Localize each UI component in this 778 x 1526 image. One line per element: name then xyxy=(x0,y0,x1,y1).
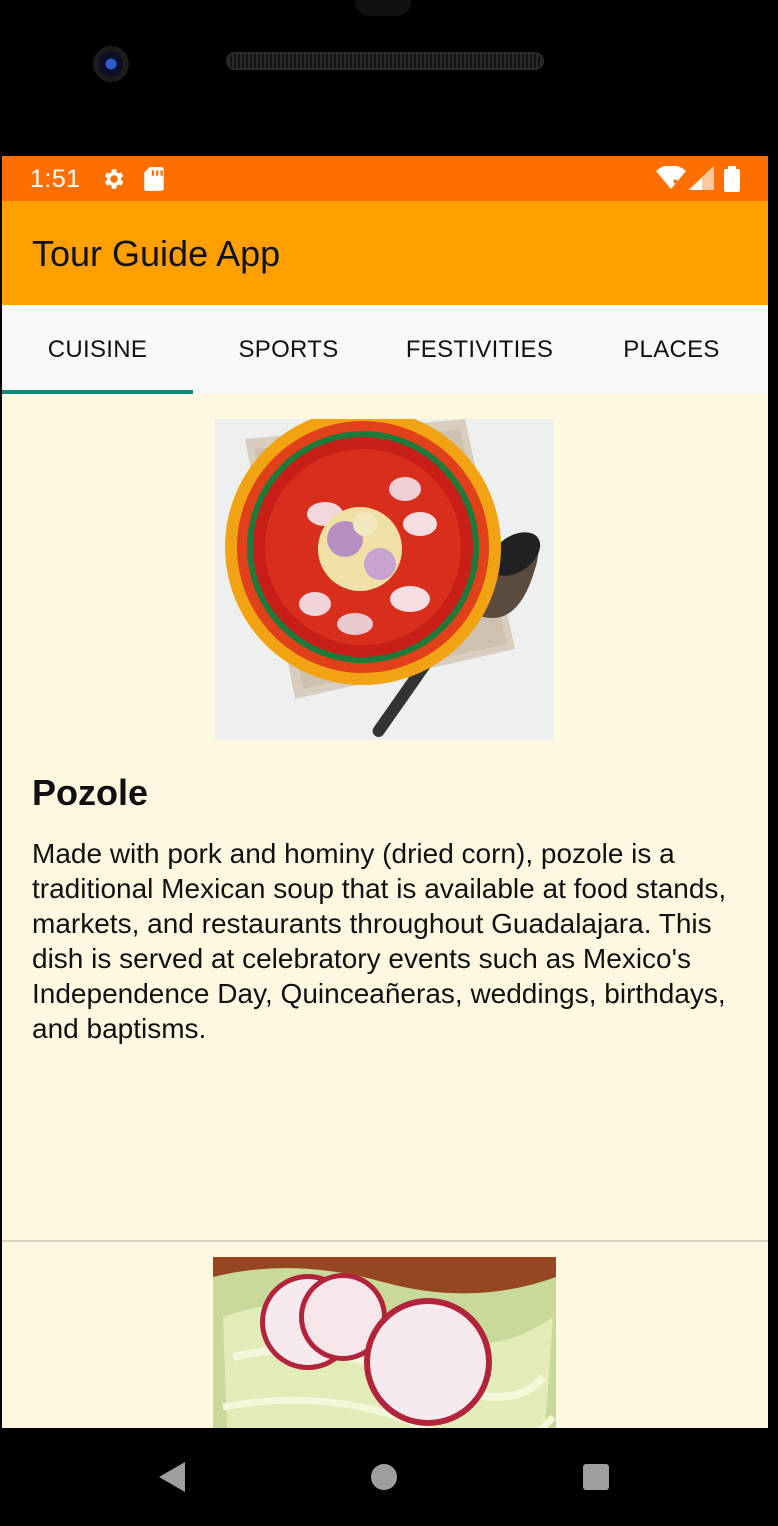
item-title: Pozole xyxy=(32,772,149,813)
home-icon[interactable] xyxy=(362,1428,406,1526)
wifi-icon xyxy=(656,165,686,195)
item-description: Made with pork and hominy (dried corn), … xyxy=(32,838,727,1044)
app-title: Tour Guide App xyxy=(32,233,281,274)
tab-festivities[interactable]: FESTIVITIES xyxy=(384,305,575,394)
app-bar: Tour Guide App xyxy=(2,201,768,305)
system-nav-bar xyxy=(0,1428,778,1526)
tab-places[interactable]: PLACES xyxy=(576,305,767,394)
app-screen: 1:51 Tour Guide App CUISINE SPORTS FESTI… xyxy=(2,156,768,1428)
status-bar: 1:51 xyxy=(2,156,768,201)
earpiece-speaker xyxy=(226,52,544,70)
recents-icon[interactable] xyxy=(574,1428,618,1526)
tab-bar: CUISINE SPORTS FESTIVITIES PLACES xyxy=(2,305,768,394)
device-bezel xyxy=(0,0,778,156)
signal-icon xyxy=(688,166,714,195)
front-camera xyxy=(93,46,129,82)
back-icon[interactable] xyxy=(150,1428,194,1526)
status-time: 1:51 xyxy=(30,165,81,193)
tab-indicator xyxy=(2,390,193,394)
pozole-bowl-image xyxy=(215,419,554,740)
flautas-image xyxy=(213,1257,556,1428)
settings-icon xyxy=(100,166,126,197)
sd-card-icon xyxy=(142,166,166,197)
list-divider xyxy=(2,1240,768,1242)
tab-sports[interactable]: SPORTS xyxy=(193,305,384,394)
device-notch xyxy=(355,0,411,16)
tab-cuisine[interactable]: CUISINE xyxy=(2,305,193,394)
battery-icon xyxy=(724,166,740,197)
